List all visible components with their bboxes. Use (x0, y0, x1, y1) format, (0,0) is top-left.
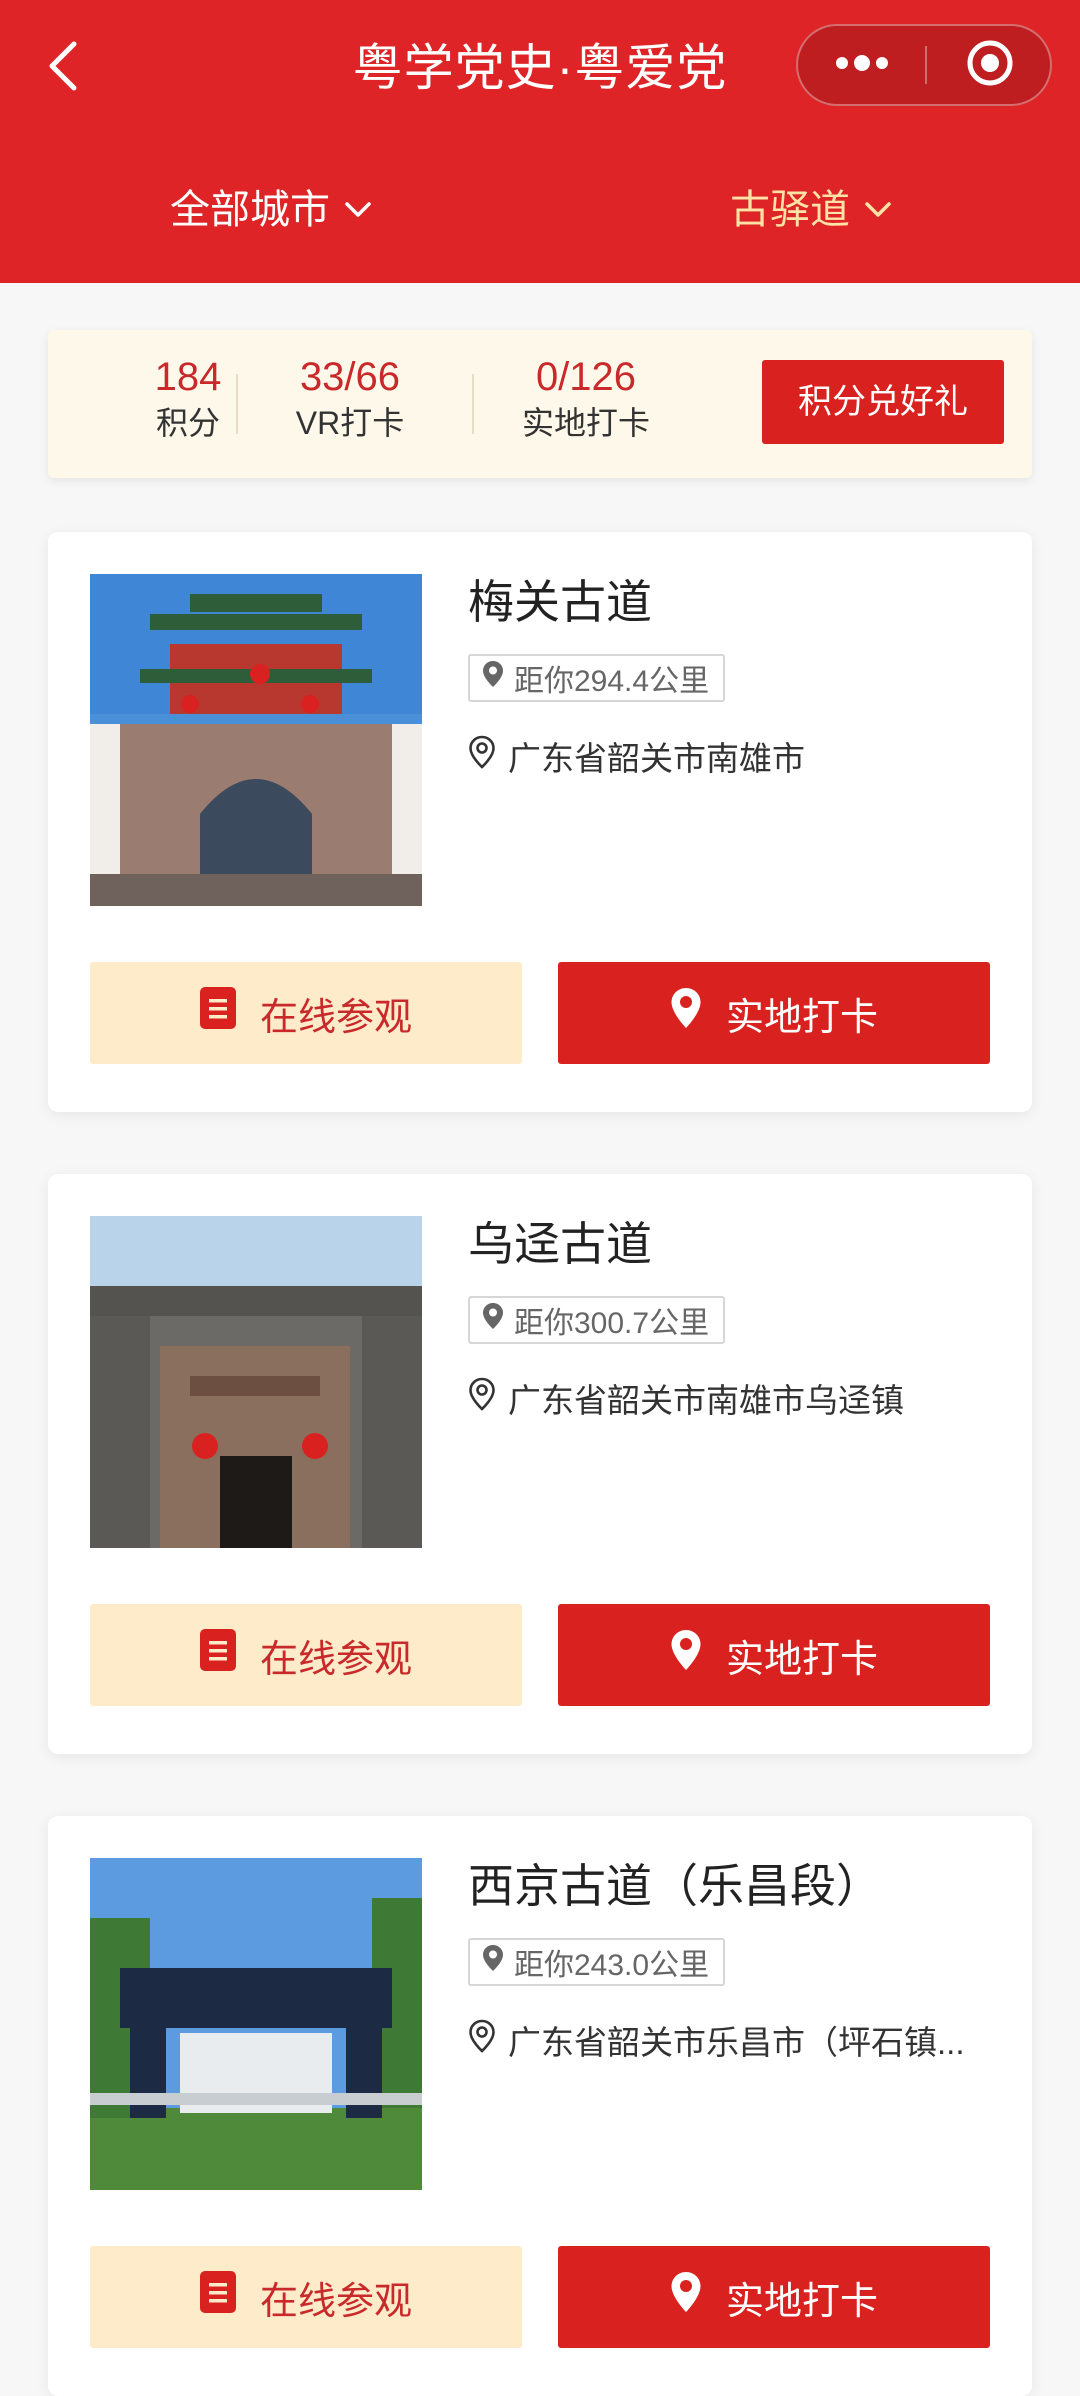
site-card[interactable]: 梅关古道 距你294.4公里 广东省韶关市南雄市 在线参观 实地打卡 (48, 532, 1032, 1112)
distance-badge: 距你300.7公里 (468, 1296, 726, 1344)
site-photo (90, 1858, 422, 2190)
stat-divider (472, 374, 474, 434)
chevron-down-icon (344, 201, 372, 219)
site-address: 广东省韶关市南雄市乌迳镇 (468, 1374, 904, 1422)
location-outline-icon (468, 1377, 508, 1419)
document-icon (199, 987, 260, 1039)
location-pin-icon (670, 2271, 726, 2323)
location-outline-icon (468, 735, 508, 777)
vr-checkin-label: VR打卡 (295, 405, 405, 441)
online-visit-label: 在线参观 (259, 996, 412, 1039)
distance-badge: 距你243.0公里 (468, 1938, 726, 1986)
distance-text: 距你294.4公里 (514, 665, 710, 698)
close-button[interactable] (927, 26, 1052, 104)
close-target-icon (966, 39, 1014, 92)
more-button[interactable] (798, 26, 925, 104)
online-visit-button[interactable]: 在线参观 (90, 1604, 522, 1706)
online-visit-label: 在线参观 (259, 1638, 412, 1681)
address-text: 广东省韶关市南雄市 (508, 740, 805, 777)
address-text: 广东省韶关市乐昌市（坪石镇... (508, 2024, 965, 2061)
city-filter-label: 全部城市 (170, 188, 330, 232)
location-pin-icon (482, 660, 514, 696)
mini-program-capsule (796, 24, 1052, 106)
onsite-checkin-button[interactable]: 实地打卡 (558, 962, 990, 1064)
onsite-checkin-button[interactable]: 实地打卡 (558, 1604, 990, 1706)
site-photo (90, 1216, 422, 1548)
site-name: 乌迳古道 (468, 1218, 652, 1270)
document-icon (199, 1629, 260, 1681)
vr-checkin-stat: 33/66 VR打卡 (250, 352, 450, 444)
site-name: 梅关古道 (468, 576, 652, 628)
site-name: 西京古道（乐昌段） (468, 1860, 882, 1912)
onsite-checkin-button[interactable]: 实地打卡 (558, 2246, 990, 2348)
type-filter-dropdown[interactable]: 古驿道 (730, 175, 892, 245)
site-card[interactable]: 乌迳古道 距你300.7公里 广东省韶关市南雄市乌迳镇 在线参观 实地打卡 (48, 1174, 1032, 1754)
stat-divider (236, 374, 238, 434)
onsite-checkin-label: 实地打卡 (521, 405, 650, 441)
distance-badge: 距你294.4公里 (468, 654, 726, 702)
location-pin-icon (670, 987, 726, 1039)
header: 粤学党史·粤爱党 全部城市 古驿道 (0, 0, 1080, 283)
onsite-checkin-stat: 0/126 实地打卡 (486, 352, 686, 444)
site-address: 广东省韶关市乐昌市（坪石镇... (468, 2016, 965, 2064)
more-dots-icon (834, 54, 890, 76)
location-pin-icon (482, 1944, 514, 1980)
location-outline-icon (468, 2019, 508, 2061)
address-text: 广东省韶关市南雄市乌迳镇 (508, 1382, 904, 1419)
location-pin-icon (482, 1302, 514, 1338)
site-photo (90, 574, 422, 906)
onsite-checkin-label: 实地打卡 (725, 1638, 878, 1681)
vr-checkin-value: 33/66 (299, 355, 401, 399)
stats-bar: 184 积分 33/66 VR打卡 0/126 实地打卡 积分兑好礼 (48, 330, 1032, 478)
onsite-checkin-value: 0/126 (535, 355, 637, 399)
document-icon (199, 2271, 260, 2323)
online-visit-button[interactable]: 在线参观 (90, 962, 522, 1064)
redeem-gifts-button[interactable]: 积分兑好礼 (762, 360, 1004, 444)
site-address: 广东省韶关市南雄市 (468, 732, 805, 780)
distance-text: 距你243.0公里 (514, 1949, 710, 1982)
online-visit-button[interactable]: 在线参观 (90, 2246, 522, 2348)
onsite-checkin-label: 实地打卡 (725, 996, 878, 1039)
site-card[interactable]: 西京古道（乐昌段） 距你243.0公里 广东省韶关市乐昌市（坪石镇... 在线参… (48, 1816, 1032, 2396)
distance-text: 距你300.7公里 (514, 1307, 710, 1340)
type-filter-label: 古驿道 (730, 188, 850, 232)
chevron-down-icon (864, 201, 892, 219)
city-filter-dropdown[interactable]: 全部城市 (170, 175, 372, 245)
location-pin-icon (670, 1629, 726, 1681)
